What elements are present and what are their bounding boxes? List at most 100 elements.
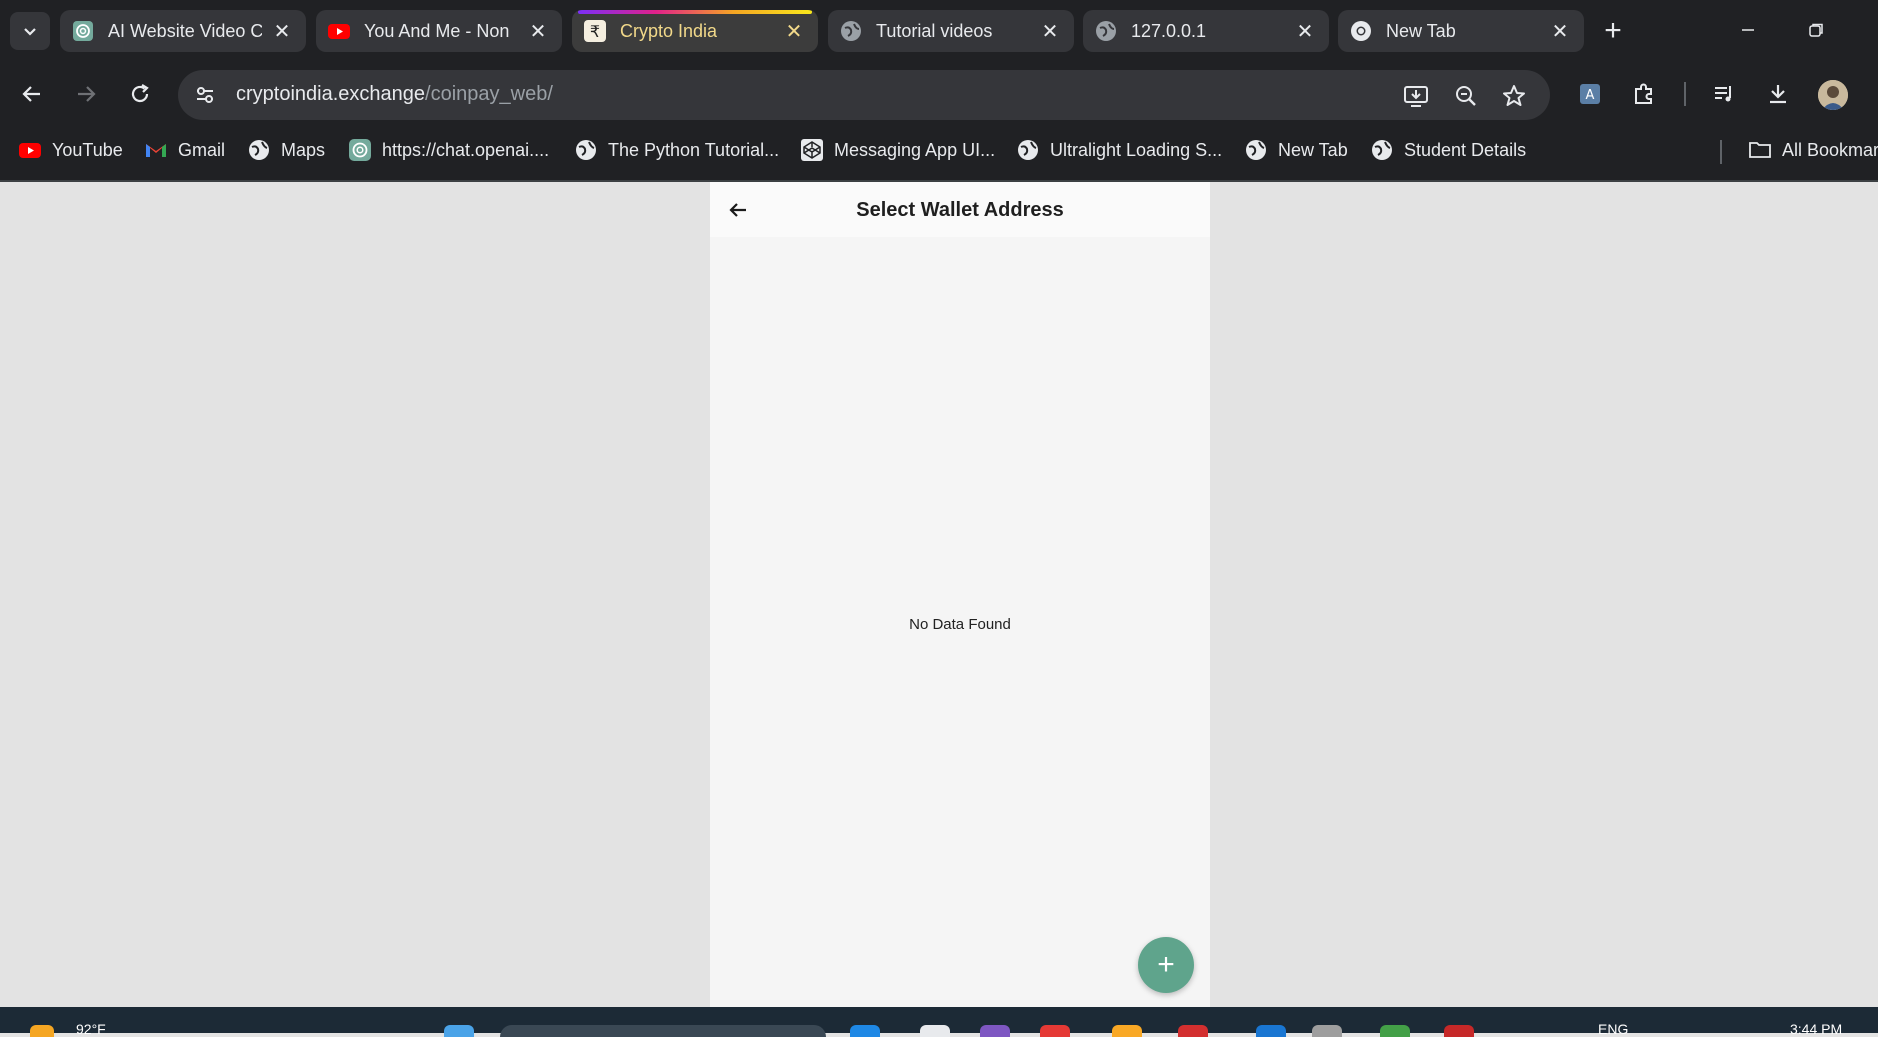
file-explorer-icon[interactable] [1112, 1025, 1142, 1037]
bookmark-star-icon[interactable] [1500, 82, 1528, 110]
puzzle-icon [1635, 83, 1652, 104]
close-icon[interactable]: ✕ [1038, 19, 1062, 43]
globe-icon [247, 138, 271, 162]
tab-title: 127.0.0.1 [1131, 21, 1207, 41]
tab-title: Tutorial videos [876, 21, 993, 41]
page-title: Select Wallet Address [856, 199, 1064, 221]
downloads-button[interactable] [1760, 76, 1796, 112]
close-icon[interactable]: ✕ [526, 19, 550, 43]
windows-start-icon[interactable] [444, 1025, 474, 1037]
url-text: cryptoindia.exchange/coinpay_web/ [236, 83, 553, 106]
edge-icon[interactable] [850, 1025, 880, 1037]
whatsapp-icon[interactable] [1380, 1025, 1410, 1037]
taskbar-app-icon[interactable] [1312, 1025, 1342, 1037]
chrome-taskbar-icon[interactable] [1040, 1025, 1070, 1037]
bookmark-gmail[interactable]: Gmail [144, 136, 225, 164]
all-bookmarks-button[interactable]: All Bookmarks [1748, 136, 1878, 164]
bookmark-student-details[interactable]: Student Details [1370, 136, 1526, 164]
clock[interactable]: 3:44 PM [1790, 1021, 1842, 1037]
svg-text:₹: ₹ [590, 22, 600, 41]
profile-avatar[interactable] [1818, 80, 1848, 110]
bookmark-messaging-app[interactable]: Messaging App UI... [800, 136, 995, 164]
windows-taskbar: 92°F ENG 3:44 PM [0, 1007, 1878, 1037]
extensions-button[interactable] [1626, 76, 1662, 112]
restore-icon [1809, 23, 1823, 37]
close-icon[interactable]: ✕ [1293, 19, 1317, 43]
page-viewport: Select Wallet Address No Data Found + [0, 182, 1878, 1007]
globe-icon [1016, 138, 1040, 162]
bookmark-ultralight-loading[interactable]: Ultralight Loading S... [1016, 136, 1222, 164]
chrome-icon [1350, 20, 1372, 42]
tab-search-button[interactable] [10, 12, 50, 50]
globe-icon [840, 20, 862, 42]
close-icon[interactable]: ✕ [782, 19, 806, 43]
globe-icon [574, 138, 598, 162]
tab-title: New Tab [1386, 21, 1456, 41]
bookmark-label: Ultralight Loading S... [1050, 139, 1223, 160]
tab-title: AI Website Video C [108, 21, 262, 41]
close-icon[interactable]: ✕ [270, 19, 294, 43]
vscode-icon[interactable] [1256, 1025, 1286, 1037]
tab-tutorial-videos[interactable]: Tutorial videos ✕ [828, 10, 1074, 52]
weather-temp[interactable]: 92°F [76, 1021, 106, 1037]
weather-icon [30, 1025, 54, 1037]
download-icon [1770, 85, 1786, 104]
tab-you-and-me[interactable]: You And Me - Non ✕ [316, 10, 562, 52]
tab-ai-website-video[interactable]: AI Website Video C ✕ [60, 10, 306, 52]
tab-title: You And Me - Non [364, 21, 510, 41]
taskbar-search-box[interactable] [500, 1025, 826, 1037]
site-info-icon[interactable] [192, 82, 218, 108]
empty-state-message: No Data Found [909, 616, 1011, 633]
bookmark-youtube[interactable]: YouTube [18, 136, 123, 164]
avatar-icon [1818, 80, 1848, 110]
add-wallet-address-button[interactable]: + [1138, 937, 1194, 993]
address-bar[interactable]: cryptoindia.exchange/coinpay_web/ [178, 70, 1550, 120]
close-icon[interactable]: ✕ [1548, 19, 1572, 43]
reload-button[interactable] [122, 76, 158, 112]
new-tab-button[interactable]: + [1594, 12, 1632, 50]
zoom-icon[interactable] [1452, 82, 1480, 110]
bookmark-maps[interactable]: Maps [247, 136, 325, 164]
tab-new-tab[interactable]: New Tab ✕ [1338, 10, 1584, 52]
bookmark-label: The Python Tutorial... [608, 139, 780, 160]
language-indicator[interactable]: ENG [1598, 1021, 1628, 1037]
tab-title: Crypto India [620, 21, 718, 41]
forward-button[interactable] [68, 76, 104, 112]
bookmark-label: https://chat.openai.... [382, 139, 550, 160]
tab-localhost[interactable]: 127.0.0.1 ✕ [1083, 10, 1329, 52]
reload-icon [131, 84, 149, 103]
arrow-right-icon [78, 86, 96, 102]
youtube-icon [328, 20, 350, 42]
youtube-icon [18, 138, 42, 162]
bookmark-label: Student Details [1404, 139, 1527, 160]
bookmark-new-tab[interactable]: New Tab [1244, 136, 1348, 164]
bookmarks-divider [1720, 140, 1722, 164]
back-button[interactable] [14, 76, 50, 112]
bookmark-python-tutorial[interactable]: The Python Tutorial... [574, 136, 779, 164]
globe-icon [1370, 138, 1394, 162]
tab-crypto-india[interactable]: ₹ Crypto India ✕ [572, 10, 818, 52]
taskbar-app-icon[interactable] [980, 1025, 1010, 1037]
install-app-icon[interactable] [1402, 82, 1430, 110]
globe-icon [1095, 20, 1117, 42]
bookmark-label: YouTube [52, 139, 123, 160]
chevron-down-icon [24, 28, 36, 36]
chatgpt-icon [348, 138, 372, 162]
arrow-left-icon [22, 86, 40, 102]
chatgpt-icon [72, 20, 94, 42]
taskbar-app-icon[interactable] [920, 1025, 950, 1037]
restore-button[interactable] [1796, 12, 1836, 48]
media-controls-button[interactable] [1706, 76, 1742, 112]
minimize-button[interactable] [1728, 12, 1768, 48]
svg-text:A: A [1586, 88, 1595, 103]
codepen-icon [800, 138, 824, 162]
bookmarks-bar: YouTube Gmail Maps https://chat.openai..… [0, 130, 1878, 170]
extension-button[interactable]: A [1572, 76, 1608, 112]
playlist-icon [1715, 86, 1731, 102]
translate-extension-icon: A [1580, 84, 1600, 104]
bookmark-label: Maps [281, 139, 326, 160]
taskbar-app-icon[interactable] [1444, 1025, 1474, 1037]
taskbar-app-icon[interactable] [1178, 1025, 1208, 1037]
bookmark-label: Messaging App UI... [834, 139, 996, 160]
bookmark-chatgpt[interactable]: https://chat.openai.... [348, 136, 549, 164]
